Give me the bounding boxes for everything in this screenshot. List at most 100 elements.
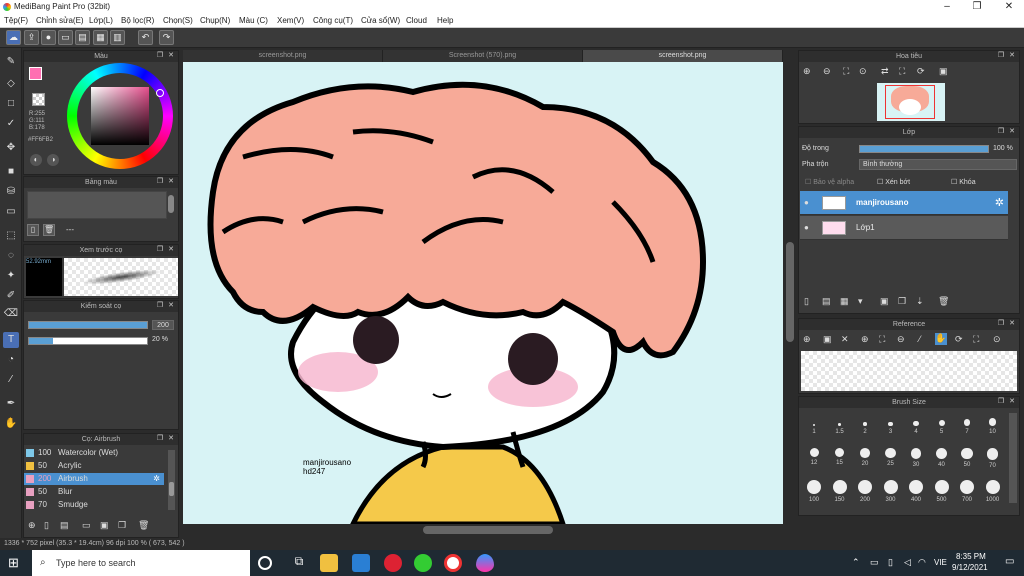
- color-mode-icon[interactable]: ◑: [47, 154, 59, 166]
- menu-filter[interactable]: Bộ lọc(R): [121, 16, 154, 25]
- expand-icon[interactable]: ❐: [997, 128, 1005, 136]
- horizontal-scrollbar[interactable]: [183, 524, 783, 536]
- brush-size-preset[interactable]: 400: [904, 480, 928, 503]
- menu-cloud[interactable]: Cloud: [406, 16, 427, 25]
- move-tool-icon[interactable]: ✥: [3, 140, 19, 156]
- ref-zoom-in-icon[interactable]: ⊕: [861, 334, 869, 345]
- expand-icon[interactable]: ❐: [156, 302, 164, 310]
- close-panel-icon[interactable]: ✕: [167, 435, 175, 443]
- mail-icon[interactable]: [352, 554, 370, 572]
- brush-size-preset[interactable]: 1.5: [828, 412, 852, 435]
- new-palette-icon[interactable]: ▯: [27, 224, 39, 236]
- notification-icon[interactable]: ▭: [1005, 556, 1014, 567]
- layer-menu-icon[interactable]: ▾: [858, 296, 863, 307]
- close-panel-icon[interactable]: ✕: [167, 246, 175, 254]
- close-panel-icon[interactable]: ✕: [167, 302, 175, 310]
- cococ-icon[interactable]: [414, 554, 432, 572]
- new-halftone-layer-icon[interactable]: ▤: [822, 296, 831, 307]
- brush-size-scrollbar[interactable]: [1009, 413, 1017, 503]
- tab-screenshot-active[interactable]: screenshot.png: [583, 50, 783, 62]
- rect-tool-icon[interactable]: □: [3, 96, 19, 112]
- medibang-icon[interactable]: [476, 554, 494, 572]
- brush-item-smudge[interactable]: 70 Smudge: [24, 499, 164, 511]
- hand-tool-icon[interactable]: ✋: [3, 416, 19, 432]
- eraser-tool-icon[interactable]: ◇: [3, 76, 19, 92]
- vertical-scrollbar[interactable]: [784, 62, 796, 524]
- brush-copy-icon[interactable]: ▭: [82, 520, 91, 531]
- brush-size-preset[interactable]: 70: [981, 446, 1005, 469]
- blend-mode-select[interactable]: Bình thường: [859, 159, 1017, 170]
- fullscreen-icon[interactable]: ⛶: [899, 66, 905, 77]
- menu-layer[interactable]: Lớp(L): [89, 16, 113, 25]
- visibility-icon[interactable]: ●: [804, 198, 809, 207]
- opera-icon[interactable]: [384, 554, 402, 572]
- table-icon[interactable]: ▥: [110, 30, 125, 45]
- magic-wand-icon[interactable]: ✦: [3, 268, 19, 284]
- visibility-icon[interactable]: ●: [804, 223, 809, 232]
- menu-edit[interactable]: Chỉnh sửa(E): [36, 16, 84, 25]
- layer-settings-icon[interactable]: ✲: [995, 196, 1004, 209]
- brush-size-preset[interactable]: 7: [955, 412, 979, 435]
- ref-fit-icon[interactable]: ⛶: [879, 334, 885, 345]
- delete-palette-icon[interactable]: 🗑: [43, 224, 55, 236]
- brush-size-preset[interactable]: 300: [879, 480, 903, 503]
- canvas-area[interactable]: manjirousano hd247: [183, 62, 783, 524]
- wifi-icon[interactable]: ◠: [918, 557, 926, 568]
- cortana-icon[interactable]: [258, 556, 272, 570]
- brush-size-preset[interactable]: 4: [904, 412, 928, 435]
- brush-size-preset[interactable]: 12: [802, 446, 826, 466]
- close-button[interactable]: ✕: [994, 0, 1024, 14]
- brush-menu-icon[interactable]: ▤: [60, 520, 69, 531]
- menu-color[interactable]: Màu (C): [239, 16, 268, 25]
- brush-size-preset[interactable]: 100: [802, 480, 826, 503]
- flip-icon[interactable]: ⇄: [881, 66, 889, 77]
- close-panel-icon[interactable]: ✕: [167, 178, 175, 186]
- cloud-icon[interactable]: ☁: [6, 30, 21, 45]
- delete-layer-icon[interactable]: 🗑: [938, 296, 949, 307]
- select-pen-icon[interactable]: ✐: [3, 288, 19, 304]
- brush-size-preset[interactable]: 5: [930, 412, 954, 435]
- tray-chevron-icon[interactable]: ⌃: [852, 557, 860, 568]
- tab-screenshot-1[interactable]: screenshot.png: [183, 50, 383, 62]
- brush-size-preset[interactable]: 30: [904, 446, 928, 468]
- background-color-swatch[interactable]: [32, 93, 45, 106]
- clipping-checkbox[interactable]: ☐ Xén bớt: [877, 178, 910, 186]
- close-panel-icon[interactable]: ✕: [1008, 320, 1016, 328]
- saturation-square[interactable]: [91, 87, 149, 145]
- brush-item-airbrush[interactable]: 200 Airbrush ✲: [24, 473, 164, 485]
- network-icon[interactable]: ▭: [870, 557, 879, 568]
- ref-folder-icon[interactable]: ▣: [823, 334, 832, 345]
- brush-list-scrollbar[interactable]: [168, 450, 175, 510]
- hue-handle[interactable]: [156, 89, 164, 97]
- navigator-thumbnail[interactable]: [877, 83, 945, 121]
- menu-help[interactable]: Help: [437, 16, 453, 25]
- fit-icon[interactable]: ⛶: [843, 66, 849, 77]
- brush-size-preset[interactable]: 40: [930, 446, 954, 468]
- brush-item-blur[interactable]: 50 Blur: [24, 486, 164, 498]
- duplicate-layer-icon[interactable]: ❐: [898, 296, 906, 307]
- add-brush-icon[interactable]: ⊕: [28, 520, 36, 531]
- pen-tool-icon[interactable]: ✒: [3, 396, 19, 412]
- brush-size-preset[interactable]: 10: [981, 412, 1005, 435]
- brush-size-preset[interactable]: 20: [853, 446, 877, 467]
- expand-icon[interactable]: ❐: [156, 52, 164, 60]
- windows-start-icon[interactable]: ⊞: [8, 556, 22, 570]
- bucket-tool-icon[interactable]: ⛁: [3, 184, 19, 200]
- task-view-icon[interactable]: ⧉: [290, 554, 308, 572]
- ref-rotate-icon[interactable]: ⟳: [955, 334, 963, 345]
- clock-time[interactable]: 8:35 PM: [956, 552, 986, 561]
- reset-icon[interactable]: ▣: [939, 66, 948, 77]
- taskbar-search[interactable]: ⌕ Type here to search: [32, 550, 250, 576]
- zoom-out-icon[interactable]: ⊖: [823, 66, 831, 77]
- comment-icon[interactable]: ▭: [58, 30, 73, 45]
- expand-icon[interactable]: ❐: [156, 178, 164, 186]
- redo-icon[interactable]: ↷: [159, 30, 174, 45]
- select-eraser-icon[interactable]: ⌫: [3, 306, 19, 322]
- language-indicator[interactable]: VIE: [934, 558, 947, 567]
- volume-icon[interactable]: ◁: [904, 557, 911, 568]
- expand-icon[interactable]: ❐: [997, 52, 1005, 60]
- layer-row-lop1[interactable]: ● Lớp1: [800, 216, 1008, 240]
- battery-icon[interactable]: ▯: [888, 557, 893, 568]
- brush-tool-icon[interactable]: ✎: [3, 54, 19, 70]
- reference-image-area[interactable]: [801, 351, 1017, 391]
